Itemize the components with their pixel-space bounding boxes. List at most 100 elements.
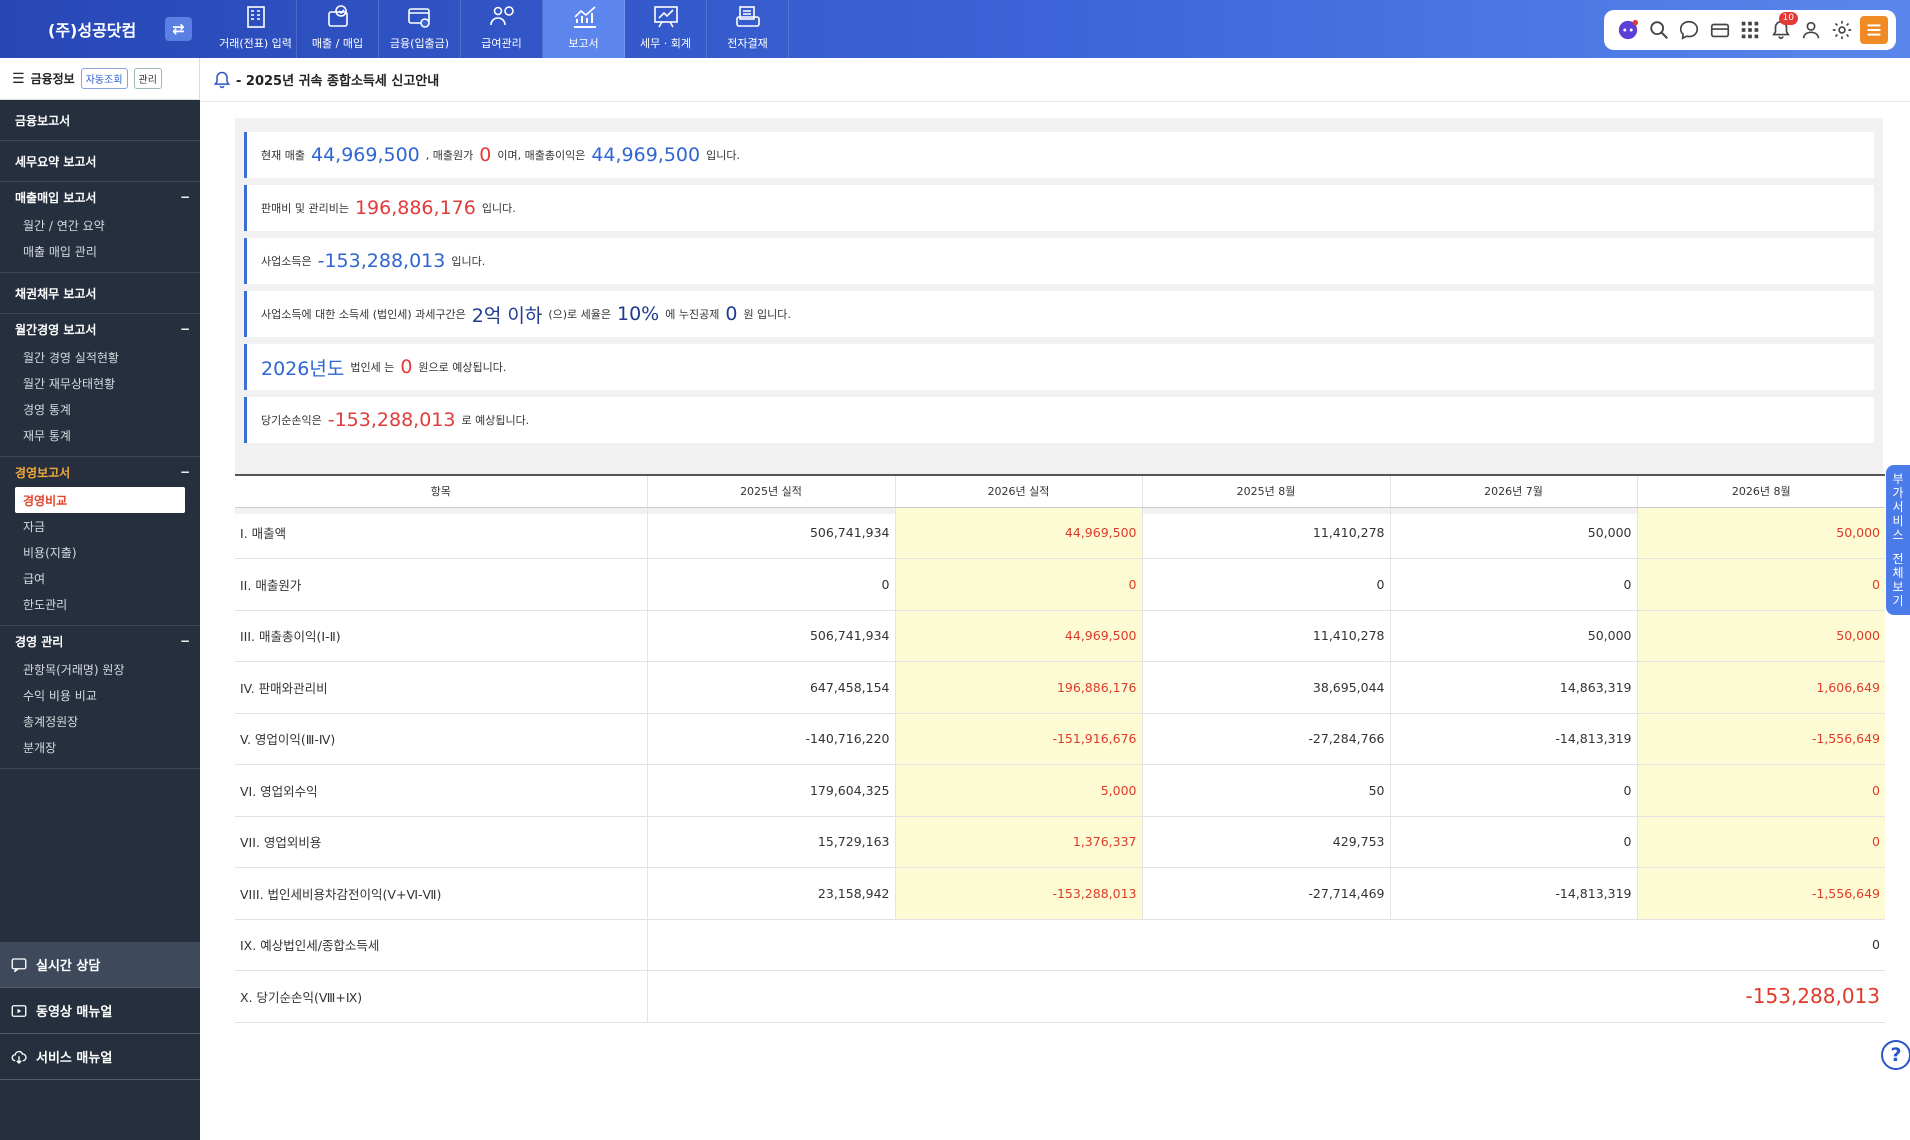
card-icon	[407, 8, 430, 28]
summary-row-corporate-tax: 2026년도 법인세 는 0 원으로 예상됩니다.	[244, 344, 1874, 390]
extra-services-tab[interactable]: 부가서비스전체보기	[1886, 465, 1910, 615]
user-icon[interactable]	[1799, 18, 1823, 42]
sidebar-item[interactable]: 비용(지출)	[0, 539, 200, 565]
sidebar-item[interactable]: 자금	[0, 513, 200, 539]
table-row: II. 매출원가 0 0 0 0 0	[235, 558, 1885, 611]
section-label: 매출매입 보고서	[15, 190, 97, 205]
nav-label: 매출 / 매입	[311, 37, 364, 50]
sidebar-item[interactable]: 수익 비용 비교	[0, 682, 200, 708]
service-manual-button[interactable]: 서비스 매뉴얼	[0, 1034, 200, 1080]
collapse-icon[interactable]: −	[180, 190, 190, 204]
sidebar-item[interactable]: 재무 통계	[0, 422, 200, 448]
sidebar-section-title[interactable]: 경영보고서 −	[0, 457, 200, 487]
row-label: I. 매출액	[235, 507, 647, 559]
sidebar-section-title[interactable]: 금융보고서	[0, 100, 200, 140]
row-label: V. 영업이익(Ⅲ-Ⅳ)	[235, 713, 647, 765]
sidebar-section-title[interactable]: 월간경영 보고서 −	[0, 314, 200, 344]
top-bar: (주)성공닷컴 ⇄ 거래(전표) 입력 매출 / 매입 금융(입출금) 급여관리 보고서…	[0, 0, 1910, 58]
notice-bar[interactable]: - 2025년 귀속 종합소득세 신고안내	[200, 58, 1910, 102]
nav-item-0[interactable]: 거래(전표) 입력	[215, 0, 297, 58]
notice-text[interactable]: - 2025년 귀속 종합소득세 신고안내	[236, 70, 439, 89]
auto-query-button[interactable]: 자동조회	[80, 68, 128, 89]
table-cell: 50,000	[1389, 507, 1637, 559]
sidebar-section-title[interactable]: 경영 관리 −	[0, 626, 200, 656]
row-label: X. 당기순손익(Ⅷ+Ⅸ)	[235, 970, 647, 1023]
table-cell: 0	[1389, 558, 1637, 611]
chat-icon[interactable]	[1677, 18, 1701, 42]
table-cell: 429,753	[1141, 816, 1390, 868]
section-label: 세무요약 보고서	[15, 154, 97, 169]
payroll-icon	[489, 6, 514, 26]
wallet-icon[interactable]	[1708, 18, 1732, 42]
checklist-icon	[327, 5, 348, 27]
sidebar-item[interactable]: 총계정원장	[0, 708, 200, 734]
bell-icon[interactable]: 10	[1769, 12, 1798, 42]
side-tab-char: 가	[1892, 486, 1904, 500]
collapse-icon[interactable]: −	[180, 465, 190, 479]
table-cell: 11,410,278	[1141, 610, 1390, 662]
table-cell: 0	[646, 919, 1885, 971]
table-row: III. 매출총이익(Ⅰ-Ⅱ) 506,741,934 44,969,500 11,4…	[235, 610, 1885, 662]
table-row: V. 영업이익(Ⅲ-Ⅳ) -140,716,220 -151,916,676 -27,…	[235, 713, 1885, 765]
table-cell: 50,000	[1636, 507, 1885, 559]
search-icon[interactable]	[1647, 18, 1671, 42]
collapse-icon[interactable]: −	[180, 322, 190, 336]
side-tab-char: 서	[1892, 500, 1904, 514]
column-header: 2026년 7월	[1389, 474, 1637, 508]
gear-icon[interactable]	[1830, 18, 1854, 42]
sidebar-item[interactable]: 한도관리	[0, 591, 200, 617]
sidebar-section-title[interactable]: 세무요약 보고서	[0, 141, 200, 181]
sidebar-item[interactable]: 경영비교	[15, 487, 185, 513]
manage-button[interactable]: 관리	[133, 68, 162, 89]
chart-icon	[573, 6, 596, 28]
nav-item-2[interactable]: 금융(입출금)	[379, 0, 461, 58]
table-cell: 0	[1141, 558, 1390, 611]
video-icon	[11, 1004, 27, 1017]
table-cell: 506,741,934	[646, 507, 895, 559]
video-manual-button[interactable]: 동영상 매뉴얼	[0, 988, 200, 1034]
sidebar-item[interactable]: 월간 재무상태현황	[0, 370, 200, 396]
nav-item-4[interactable]: 보고서	[543, 0, 625, 58]
apps-grid-icon[interactable]	[1738, 18, 1762, 42]
toolbar: 10	[1604, 10, 1896, 50]
board-chart-icon	[653, 6, 678, 28]
nav-item-1[interactable]: 매출 / 매입	[297, 0, 379, 58]
table-cell: 0	[1636, 764, 1885, 817]
nav-item-5[interactable]: 세무 · 회계	[625, 0, 707, 58]
table-cell: 11,410,278	[1141, 507, 1390, 559]
table-cell: 50	[1141, 764, 1390, 817]
menu-icon[interactable]	[1860, 16, 1888, 44]
table-cell: 0	[894, 558, 1142, 611]
table-row: I. 매출액 506,741,934 44,969,500 11,410,278 50,…	[235, 507, 1885, 559]
nav-label: 거래(전표) 입력	[219, 37, 292, 50]
checklist-icon: ☰	[12, 70, 25, 87]
sidebar-section-title[interactable]: 매출매입 보고서 −	[0, 182, 200, 212]
table-body: I. 매출액 506,741,934 44,969,500 11,410,278 50,…	[235, 507, 1885, 1023]
row-label: IX. 예상법인세/종합소득세	[235, 919, 647, 971]
sidebar-item[interactable]: 매출 매입 관리	[0, 238, 200, 264]
sidebar-item[interactable]: 분개장	[0, 734, 200, 760]
table-cell: 23,158,942	[646, 867, 895, 920]
sidebar-section-title[interactable]: 채권채무 보고서	[0, 273, 200, 313]
nav-item-3[interactable]: 급여관리	[461, 0, 543, 58]
sidebar-bottom: 실시간 상담 동영상 매뉴얼 서비스 매뉴얼	[0, 942, 200, 1080]
sidebar-item[interactable]: 경영 통계	[0, 396, 200, 422]
chat-bot-icon[interactable]	[1616, 18, 1640, 42]
collapse-icon[interactable]: −	[180, 634, 190, 648]
cloud-download-icon	[11, 1050, 27, 1064]
table-cell: 0	[1636, 558, 1885, 611]
sidebar-item[interactable]: 월간 / 연간 요약	[0, 212, 200, 238]
sidebar-item[interactable]: 관항목(거래명) 원장	[0, 656, 200, 682]
swap-icon[interactable]: ⇄	[165, 17, 192, 41]
sidebar-item[interactable]: 월간 경영 실적현황	[0, 344, 200, 370]
column-header: 2026년 8월	[1636, 474, 1885, 508]
row-label: VI. 영업외수익	[235, 764, 647, 817]
summary-row-business-income: 사업소득은 -153,288,013 입니다.	[244, 238, 1874, 284]
nav-item-6[interactable]: 전자결재	[707, 0, 789, 58]
row-label: VII. 영업외비용	[235, 816, 647, 868]
sidebar-item[interactable]: 급여	[0, 565, 200, 591]
live-chat-button[interactable]: 실시간 상담	[0, 942, 200, 988]
service-manual-label: 서비스 매뉴얼	[36, 1051, 113, 1066]
help-icon[interactable]: ?	[1881, 1040, 1910, 1070]
sidebar-section-3: 채권채무 보고서	[0, 273, 200, 314]
